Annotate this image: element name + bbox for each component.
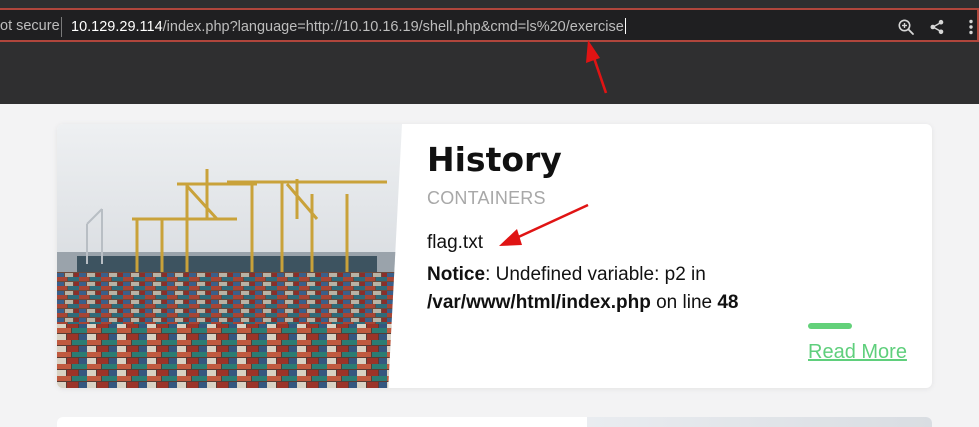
history-card: History CONTAINERS flag.txt Notice: Unde… <box>57 124 932 388</box>
accent-bar <box>808 323 852 329</box>
card-category: CONTAINERS <box>427 188 546 208</box>
zoom-icon[interactable] <box>897 18 915 36</box>
php-notice: Notice: Undefined variable: p2 in /var/w… <box>427 261 847 317</box>
card-body: History CONTAINERS flag.txt Notice: Unde… <box>427 124 917 388</box>
text-cursor <box>624 18 626 34</box>
next-card <box>57 417 932 427</box>
port-containers-image <box>57 124 402 388</box>
notice-label: Notice <box>427 264 486 285</box>
notice-on-line: on line <box>650 292 718 313</box>
address-bar-divider <box>61 17 62 37</box>
url-path: /index.php?language=http://10.10.16.19/s… <box>162 19 624 35</box>
browser-toolbar: ot secure 10.129.29.114/index.php?langua… <box>0 0 979 104</box>
notice-line-number: 48 <box>717 292 739 313</box>
url-host: 10.129.29.114 <box>71 19 163 35</box>
more-vert-icon[interactable] <box>962 18 979 36</box>
security-indicator[interactable]: ot secure <box>0 18 60 34</box>
address-bar[interactable]: ot secure 10.129.29.114/index.php?langua… <box>0 8 979 42</box>
notice-file-path: /var/www/html/index.php <box>427 292 651 313</box>
read-more-link[interactable]: Read More <box>808 341 907 364</box>
share-icon[interactable] <box>928 18 946 36</box>
next-card-image <box>587 417 932 427</box>
notice-message: : Undefined variable: p2 in <box>485 264 706 285</box>
card-title: History <box>427 140 562 179</box>
url-text[interactable]: 10.129.29.114/index.php?language=http://… <box>71 18 626 35</box>
command-output: flag.txt <box>427 232 483 253</box>
